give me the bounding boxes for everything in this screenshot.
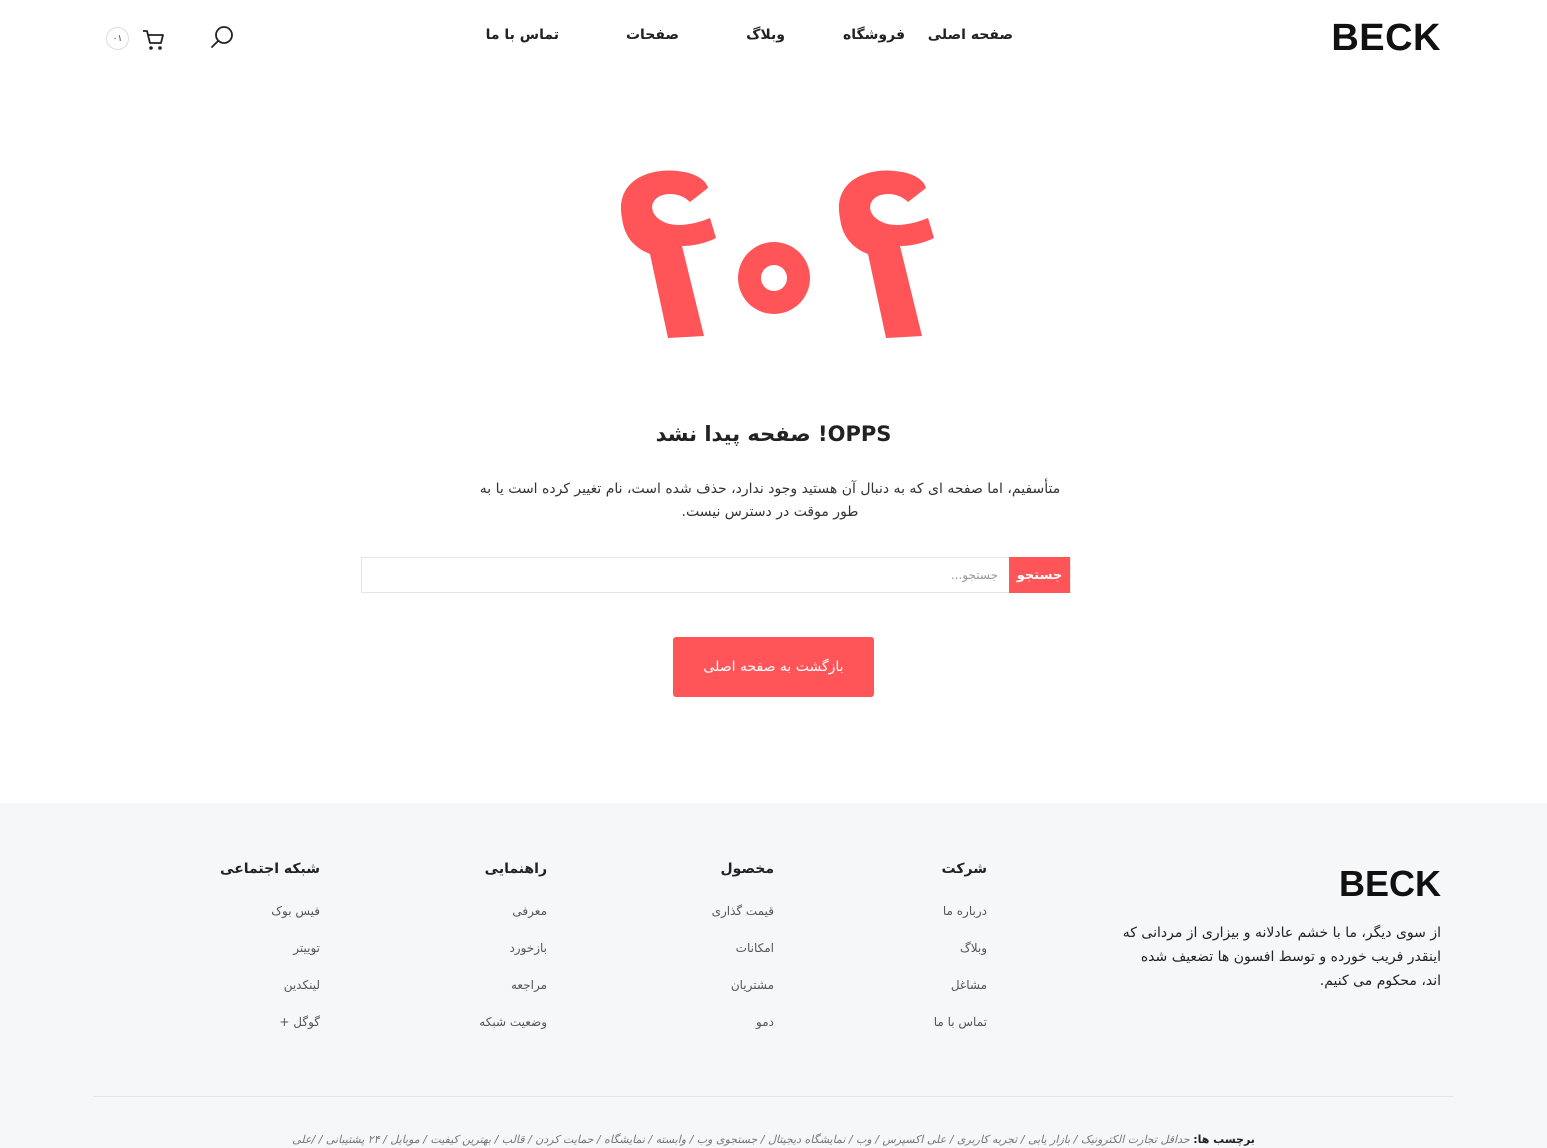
footer-link[interactable]: مراجعه (479, 978, 547, 1015)
footer-about-text: از سوی دیگر، ما با خشم عادلانه و بیزاری … (1122, 925, 1441, 989)
site-header: BECK صفحه اصلی فروشگاه وبلاگ صفحات تماس … (0, 0, 1547, 78)
cart-count-badge: ۰۱ (106, 27, 129, 50)
nav-home[interactable]: صفحه اصلی (928, 27, 1013, 43)
search-form: جستجو (361, 557, 1071, 593)
nav-shop[interactable]: فروشگاه (843, 27, 905, 43)
site-footer: BECK از سوی دیگر، ما با خشم عادلانه و بی… (0, 803, 1547, 1148)
footer-link[interactable]: مشاغل (934, 978, 987, 1015)
footer-tags: برچسب ها: حداقل تجارت الکترونیک / بازار … (0, 1133, 1547, 1146)
footer-link[interactable]: امکانات (712, 941, 774, 978)
cart-icon[interactable] (140, 28, 166, 52)
footer-link[interactable]: تماس با ما (934, 1015, 987, 1052)
footer-column-product: مخصول قیمت گذاری امکانات مشتریان دمو (712, 861, 774, 1052)
error-code-graphic (620, 170, 934, 338)
footer-link[interactable]: توییتر (220, 941, 320, 978)
footer-link[interactable]: وضعیت شبکه (479, 1015, 547, 1052)
footer-logo[interactable]: BECK (1339, 863, 1441, 905)
error-title: OPPS! صفحه پیدا نشد (655, 422, 892, 446)
footer-link[interactable]: وبلاگ (934, 941, 987, 978)
footer-link[interactable]: گوگل + (220, 1015, 320, 1052)
logo[interactable]: BECK (1331, 17, 1441, 60)
footer-link[interactable]: لینکدین (220, 978, 320, 1015)
footer-link[interactable]: بازخورد (479, 941, 547, 978)
back-home-button[interactable]: بازگشت به صفحه اصلی (673, 637, 874, 697)
footer-column-title: شرکت (941, 861, 987, 877)
footer-column-title: شبکه اجتماعی (220, 861, 320, 877)
footer-column-company: شرکت درباره ما وبلاگ مشاغل تماس با ما (934, 861, 987, 1052)
footer-link[interactable]: فیس بوک (220, 904, 320, 941)
nav-pages[interactable]: صفحات (626, 27, 679, 43)
nav-blog[interactable]: وبلاگ (746, 27, 785, 43)
footer-column-title: راهنمایی (484, 861, 547, 877)
search-icon[interactable] (208, 24, 236, 52)
footer-link[interactable]: درباره ما (934, 904, 987, 941)
footer-link[interactable]: قیمت گذاری (712, 904, 774, 941)
tags-list[interactable]: حداقل تجارت الکترونیک / بازار یابی / تجر… (292, 1133, 1190, 1146)
footer-column-title: مخصول (720, 861, 774, 877)
search-button[interactable]: جستجو (1009, 557, 1070, 593)
search-input[interactable] (362, 558, 1010, 592)
footer-column-social: شبکه اجتماعی فیس بوک توییتر لینکدین گوگل… (220, 861, 320, 1052)
error-description: متأسفیم، اما صفحه ای که به دنبال آن هستی… (479, 481, 1061, 520)
nav-contact[interactable]: تماس با ما (486, 27, 559, 43)
tags-label: برچسب ها: (1193, 1133, 1255, 1146)
footer-divider (93, 1096, 1453, 1097)
error-code (0, 158, 1547, 352)
footer-column-help: راهنمایی معرفی بازخورد مراجعه وضعیت شبکه (479, 861, 547, 1052)
footer-link[interactable]: معرفی (479, 904, 547, 941)
footer-link[interactable]: مشتریان (712, 978, 774, 1015)
footer-link[interactable]: دمو (712, 1015, 774, 1052)
